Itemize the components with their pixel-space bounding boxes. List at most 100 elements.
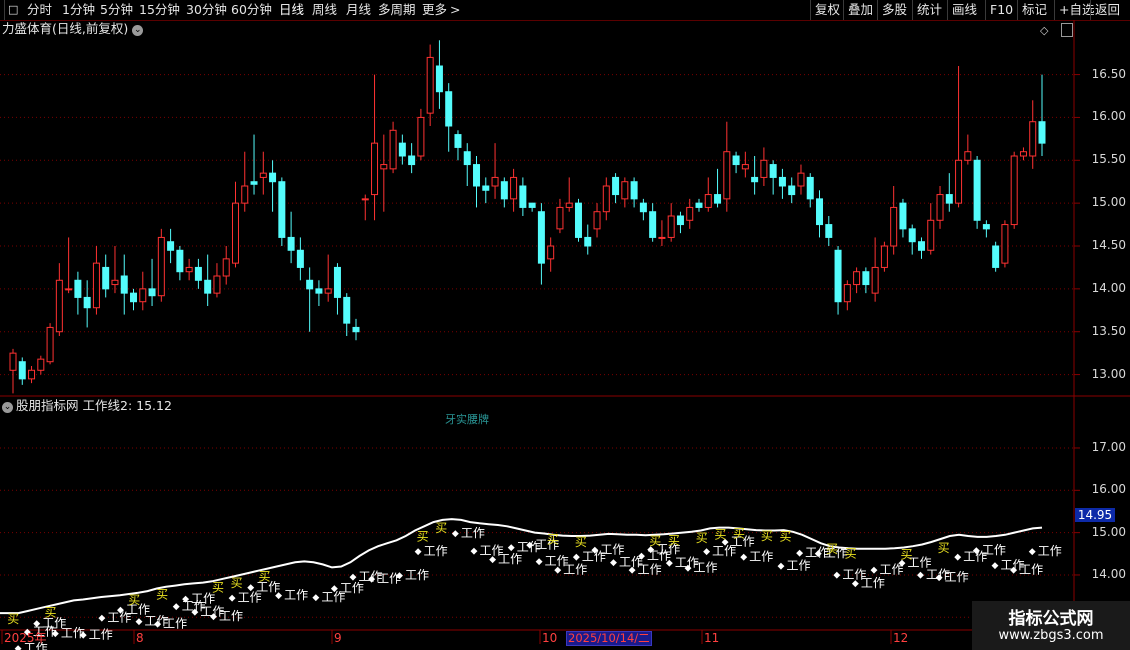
watermark-url: www.zbgs3.com xyxy=(998,628,1104,643)
work-signal-diamond: ◆ xyxy=(415,547,422,557)
date-label: 10 xyxy=(542,631,558,645)
candle-body-up xyxy=(185,266,193,273)
work-signal-diamond: ◆ xyxy=(526,541,533,551)
candle-body-up xyxy=(741,164,749,170)
work-signal-diamond: ◆ xyxy=(191,608,198,618)
date-label: 8 xyxy=(136,631,144,645)
candle-body-up xyxy=(593,211,601,230)
candle-body-down xyxy=(473,164,481,187)
candle-body-up xyxy=(723,151,731,200)
candle-body-down xyxy=(296,249,304,268)
candle-body-up xyxy=(1019,151,1027,157)
candle-body-up xyxy=(222,258,230,277)
candle-body-up xyxy=(55,279,63,333)
buy-signal-label: 买 xyxy=(417,530,429,544)
candle-body-down xyxy=(435,65,443,93)
work-signal-diamond: ◆ xyxy=(396,571,403,581)
candle-body-down xyxy=(630,181,638,200)
candle-body-down xyxy=(769,164,777,178)
candle-body-up xyxy=(853,271,861,286)
candle-body-up xyxy=(389,129,397,170)
indicator-title-row[interactable]: ⌄ 股朋指标网 工作线2: 15.12 xyxy=(2,398,172,414)
candle-body-up xyxy=(28,369,36,380)
work-signal-label: 工作 xyxy=(1038,544,1062,558)
candle-body-down xyxy=(250,181,258,185)
candle-body-down xyxy=(584,236,592,247)
candle-body-down xyxy=(167,241,175,251)
candle-body-up xyxy=(1029,121,1037,157)
candle-body-down xyxy=(194,266,202,281)
candle-body-up xyxy=(111,279,119,286)
work-signal-diamond: ◆ xyxy=(80,630,87,640)
work-signal-diamond: ◆ xyxy=(573,553,580,563)
buy-signal-label: 买 xyxy=(45,606,57,620)
candle-body-down xyxy=(992,245,1000,268)
work-signal-label: 工作 xyxy=(219,609,243,623)
work-signal-label: 工作 xyxy=(405,568,429,582)
candle-body-down xyxy=(408,155,416,166)
candle-body-down xyxy=(482,185,490,191)
work-signal-diamond: ◆ xyxy=(629,566,636,576)
candle-body-up xyxy=(92,262,100,309)
candle-body-up xyxy=(927,219,935,251)
buy-signal-label: 买 xyxy=(845,546,857,560)
buy-signal-label: 买 xyxy=(696,531,708,545)
candle-body-up xyxy=(46,326,54,363)
date-label: 11 xyxy=(704,631,720,645)
candle-body-up xyxy=(1001,224,1009,264)
candle-body-down xyxy=(825,224,833,238)
buy-signal-label: 买 xyxy=(761,529,773,543)
candle-body-up xyxy=(371,142,379,196)
work-signal-diamond: ◆ xyxy=(452,529,459,539)
work-line-label: 工作线2: xyxy=(82,398,133,413)
work-signal-label: 工作 xyxy=(945,570,969,584)
candle-body-down xyxy=(445,91,453,127)
candle-body-down xyxy=(18,361,26,380)
work-signal-diamond: ◆ xyxy=(229,594,236,604)
candle-body-down xyxy=(676,215,684,226)
buy-signal-label: 买 xyxy=(575,535,587,549)
candle-body-down xyxy=(278,181,286,238)
candle-body-down xyxy=(528,202,536,208)
candle-body-up xyxy=(157,236,165,297)
candle-body-up xyxy=(417,116,425,157)
work-signal-diamond: ◆ xyxy=(638,551,645,561)
chevron-down-icon[interactable]: ⌄ xyxy=(2,402,13,413)
candle-body-down xyxy=(862,271,870,286)
work-signal-diamond: ◆ xyxy=(508,543,515,553)
work-signal-label: 工作 xyxy=(749,550,773,564)
work-signal-label: 工作 xyxy=(89,627,113,641)
work-signal-diamond: ◆ xyxy=(1029,547,1036,557)
candle-body-down xyxy=(806,176,814,200)
candle-body-down xyxy=(899,202,907,230)
date-label: 2025年 xyxy=(4,631,47,645)
candle-body-down xyxy=(519,185,527,208)
candle-body-down xyxy=(834,249,842,303)
buy-signal-label: 买 xyxy=(7,612,19,626)
work-signal-label: 工作 xyxy=(693,561,717,575)
work-signal-diamond: ◆ xyxy=(312,593,319,603)
candle-body-down xyxy=(732,155,740,166)
candle-body-down xyxy=(788,185,796,196)
candle-body-up xyxy=(259,172,267,178)
work-signal-diamond: ◆ xyxy=(154,619,161,629)
candle-body-down xyxy=(287,236,295,251)
work-signal-label: 工作 xyxy=(461,526,485,540)
candle-body-down xyxy=(537,211,545,264)
work-signal-label: 工作 xyxy=(982,543,1006,557)
candle-body-down xyxy=(1038,121,1046,144)
candle-body-up xyxy=(955,159,963,204)
kline-chart[interactable]: ◆ 工作◆ 工作◆ 工作◆ 工作◆ 工作◆ 工作◆ 工作◆ 工作◆ 工作◆ 工作◆ 工作◆ 工作◆ 工作◆… xyxy=(0,0,1130,650)
candle-body-down xyxy=(102,266,110,290)
candle-body-up xyxy=(380,164,388,170)
candle-body-up xyxy=(9,352,17,371)
candle-body-up xyxy=(686,206,694,221)
candle-body-down xyxy=(908,228,916,243)
candle-body-down xyxy=(204,279,212,294)
candle-body-up xyxy=(602,185,610,213)
price-tick-label: 16.00 xyxy=(1091,109,1126,124)
candle-body-down xyxy=(574,202,582,238)
price-tick-label: 15.00 xyxy=(1091,195,1126,210)
candle-body-down xyxy=(306,279,314,290)
work-signal-label: 工作 xyxy=(638,563,662,577)
